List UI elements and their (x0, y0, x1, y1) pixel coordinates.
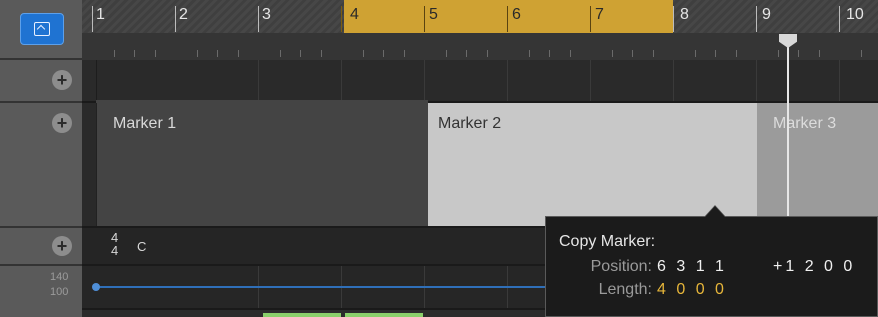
region[interactable] (263, 313, 341, 317)
global-tracks-toggle-button[interactable] (20, 13, 64, 45)
length-value: 4 0 0 0 (657, 281, 727, 298)
bar-number: 1 (96, 6, 105, 23)
tooltip-title: Copy Marker: (559, 233, 656, 250)
bar-number: 3 (262, 6, 271, 23)
tempo-min-value: 100 (50, 286, 69, 298)
bar-number: 6 (512, 6, 521, 23)
cycle-region[interactable] (344, 0, 673, 33)
tempo-max-value: 140 (50, 271, 69, 283)
header-divider (0, 264, 82, 266)
ruler-tick-row (82, 33, 878, 60)
header-divider (0, 58, 82, 60)
marker-label: Marker 1 (113, 115, 177, 132)
bar-number: 5 (429, 6, 438, 23)
bar-number: 8 (680, 6, 689, 23)
collapse-icon (34, 22, 50, 36)
time-signature-denominator: 4 (111, 243, 119, 258)
bar-number: 10 (846, 6, 864, 23)
marker-1[interactable]: Marker 1 (96, 103, 428, 226)
key-signature[interactable]: C (137, 239, 146, 254)
add-marker-button[interactable]: + (52, 113, 72, 133)
header-divider (0, 226, 82, 228)
copy-marker-tooltip: Copy Marker: Position: 6 3 1 1 +1 2 0 0 … (545, 216, 878, 317)
length-label: Length: (598, 281, 652, 298)
time-signature[interactable]: 4 4 (111, 231, 118, 257)
marker-label: Marker 3 (773, 115, 837, 132)
add-signature-button[interactable]: + (52, 236, 72, 256)
arrangement-track[interactable] (82, 60, 878, 103)
tempo-point[interactable] (92, 283, 100, 291)
marker-copy-preview (551, 103, 757, 226)
marker-3[interactable]: Marker 3 (757, 103, 878, 226)
position-offset: +1 2 0 0 (773, 258, 856, 275)
bar-number: 2 (179, 6, 188, 23)
bar-number: 7 (595, 6, 604, 23)
track-header-column: + + + 140 100 (0, 0, 82, 317)
marker-label: Marker 2 (438, 115, 502, 132)
header-divider (0, 101, 82, 103)
region[interactable] (345, 313, 423, 317)
add-arrangement-button[interactable]: + (52, 70, 72, 90)
bar-number: 4 (350, 6, 359, 23)
bar-ruler[interactable]: 1 2 3 4 5 6 7 8 9 10 (82, 0, 878, 60)
marker-track[interactable]: Marker 1 Marker 2 Marker 3 (82, 100, 878, 228)
position-label: Position: (590, 258, 652, 275)
marker-2[interactable]: Marker 2 (428, 103, 551, 226)
position-value: 6 3 1 1 (657, 258, 727, 275)
bar-number: 9 (762, 6, 771, 23)
